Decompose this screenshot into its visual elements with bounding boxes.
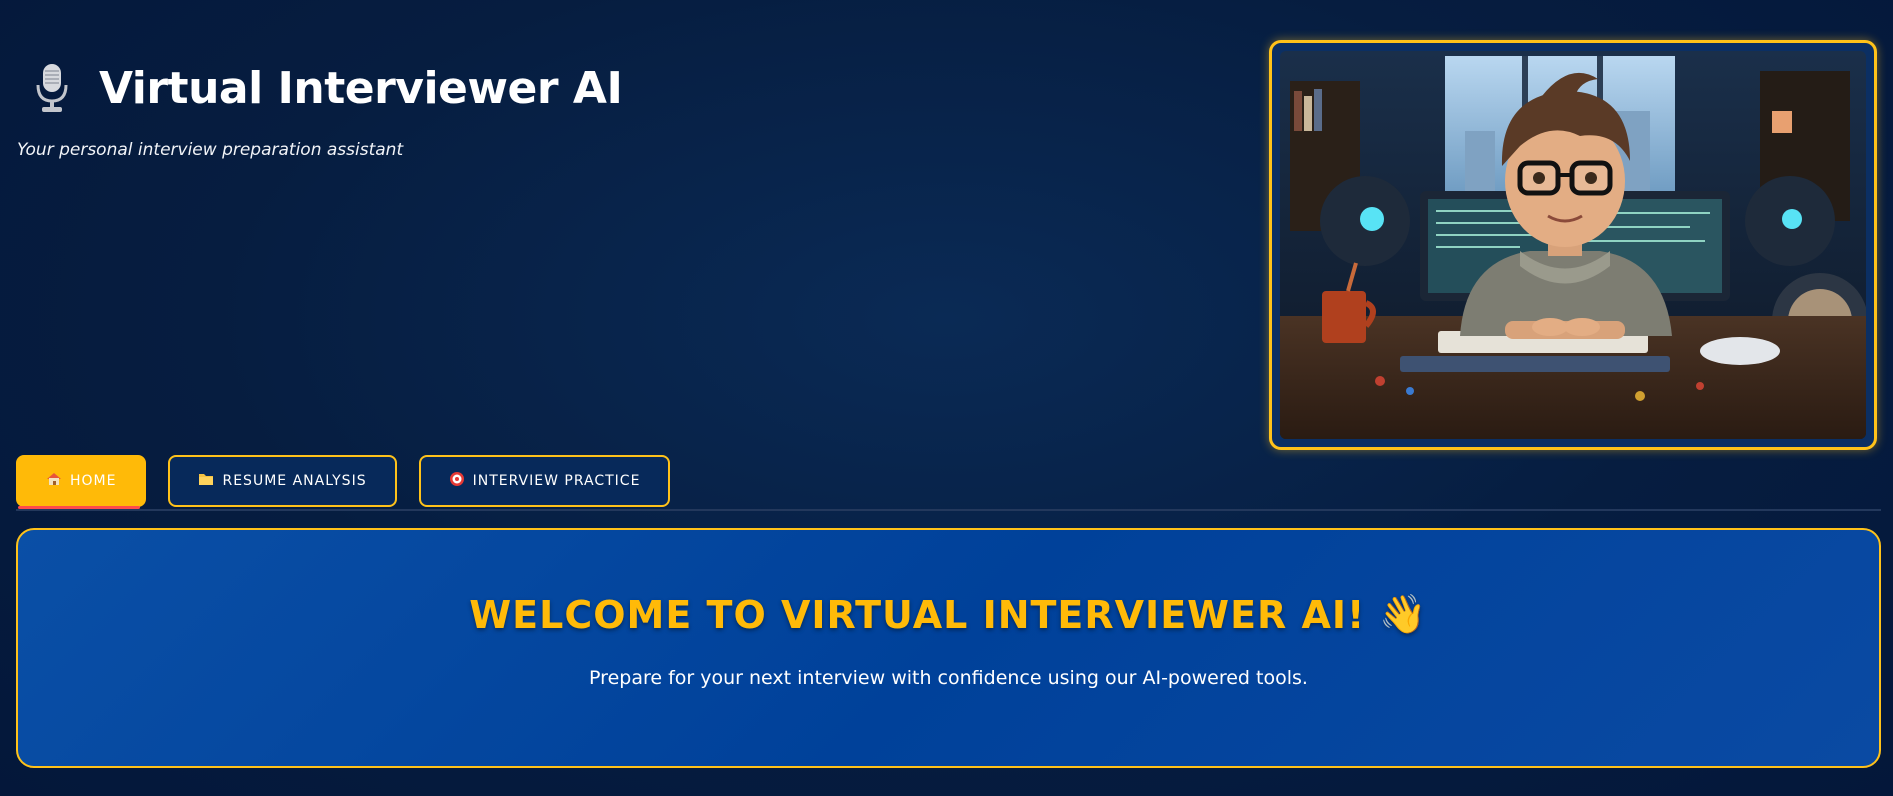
house-icon — [46, 472, 62, 490]
welcome-title-text: WELCOME TO VIRTUAL INTERVIEWER AI! — [469, 592, 1366, 637]
target-icon — [449, 471, 465, 491]
welcome-card: WELCOME TO VIRTUAL INTERVIEWER AI! 👋 Pre… — [16, 528, 1881, 768]
title-row: Virtual Interviewer AI — [17, 40, 1217, 136]
microphone-icon — [27, 58, 77, 118]
tab-resume-analysis[interactable]: RESUME ANALYSIS — [168, 455, 397, 507]
tab-interview-practice-label: INTERVIEW PRACTICE — [472, 473, 641, 489]
welcome-title: WELCOME TO VIRTUAL INTERVIEWER AI! 👋 — [18, 530, 1879, 637]
tab-interview-practice[interactable]: INTERVIEW PRACTICE — [418, 455, 671, 507]
app-title: Virtual Interviewer AI — [99, 62, 623, 114]
tab-divider — [16, 509, 1881, 511]
tab-bar: HOME RESUME ANALYSIS INTERVIEW PRACTICE — [16, 455, 671, 509]
tab-resume-analysis-label: RESUME ANALYSIS — [222, 473, 367, 489]
app-header: Virtual Interviewer AI Your personal int… — [17, 40, 1217, 161]
welcome-description: Prepare for your next interview with con… — [589, 667, 1308, 689]
folder-icon — [198, 472, 214, 490]
tab-home[interactable]: HOME — [16, 455, 147, 509]
app-subtitle: Your personal interview preparation assi… — [17, 140, 404, 160]
waving-hand-icon: 👋 — [1379, 592, 1428, 636]
hero-image — [1269, 40, 1877, 450]
tab-home-label: HOME — [70, 473, 117, 489]
